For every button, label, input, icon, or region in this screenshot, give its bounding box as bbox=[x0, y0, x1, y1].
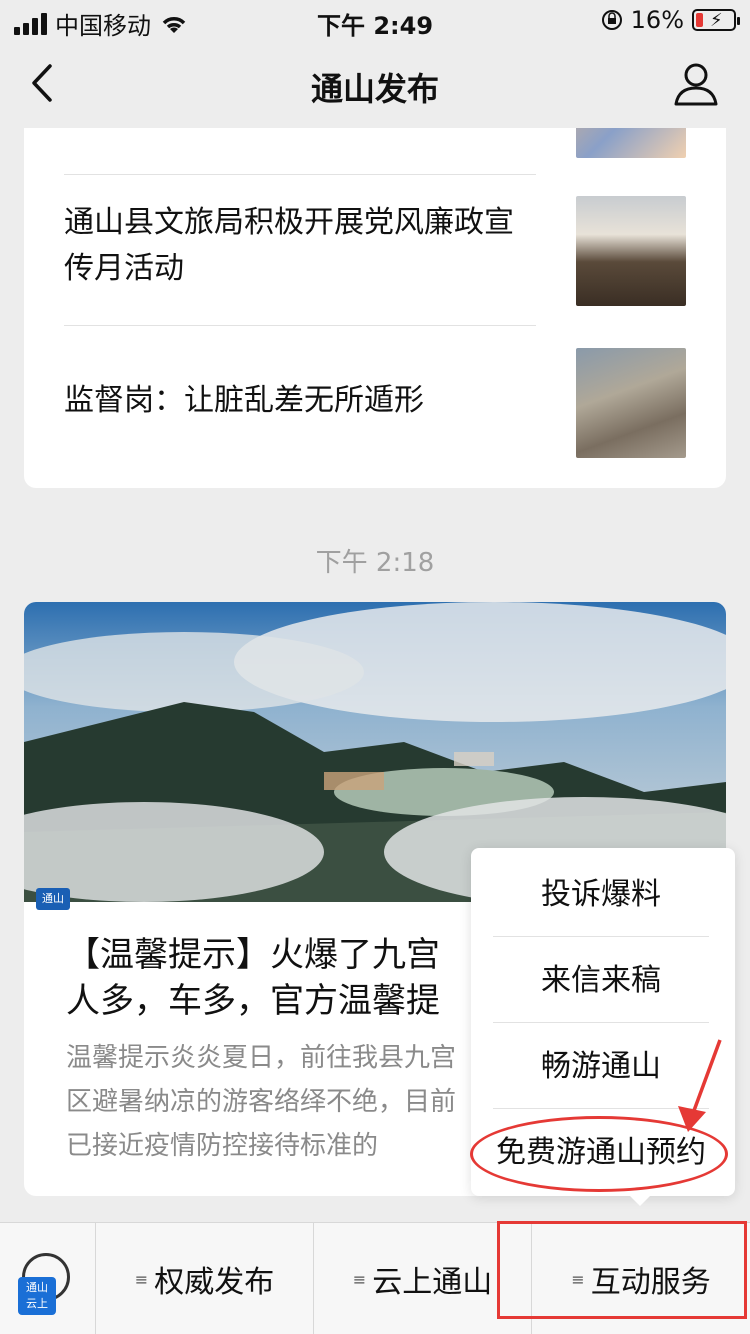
article-title: 通山县文旅局积极开展党风廉政宣传月活动 bbox=[64, 205, 514, 286]
menu-lines-icon: ≡ bbox=[352, 1269, 367, 1289]
highlight-box bbox=[497, 1221, 747, 1319]
annotation-arrow-icon bbox=[678, 1039, 722, 1132]
battery-percent: 16% bbox=[630, 6, 684, 34]
page-title: 通山发布 bbox=[310, 70, 439, 108]
menu-item-complaint[interactable]: 投诉爆料 bbox=[493, 852, 709, 938]
article-thumbnail bbox=[576, 128, 686, 158]
article-thumbnail bbox=[576, 196, 686, 306]
message-timestamp: 下午 2:18 bbox=[315, 548, 435, 578]
orientation-lock-icon bbox=[601, 10, 622, 30]
battery-icon: ⚡ bbox=[692, 9, 740, 31]
menu-lines-icon: ≡ bbox=[134, 1269, 149, 1289]
article-list-card: 通山县文旅局积极开展党风廉政宣传月活动 监督岗：让脏乱差无所遁形 bbox=[24, 128, 726, 488]
article-thumbnail bbox=[576, 348, 686, 458]
divider bbox=[493, 1022, 709, 1023]
menu-button-label: 云上通山 bbox=[372, 1265, 493, 1300]
menu-button-label: 权威发布 bbox=[154, 1265, 275, 1300]
divider bbox=[64, 174, 536, 175]
keyboard-switch-button[interactable]: 通山 云上 bbox=[0, 1223, 96, 1334]
status-bar: 中国移动 下午 2:49 16% ⚡ bbox=[0, 0, 750, 40]
nav-bar: 通山发布 bbox=[0, 40, 750, 128]
divider bbox=[493, 936, 709, 937]
profile-icon[interactable] bbox=[672, 60, 720, 108]
watermark-logo: 通山 bbox=[36, 888, 70, 910]
article-title: 监督岗：让脏乱差无所遁形 bbox=[64, 383, 424, 418]
divider bbox=[64, 325, 536, 326]
menu-item-submission[interactable]: 来信来稿 bbox=[493, 938, 709, 1024]
popup-pointer bbox=[628, 1194, 652, 1206]
menu-button-official[interactable]: ≡ 权威发布 bbox=[96, 1223, 314, 1334]
channel-logo: 通山 云上 bbox=[18, 1277, 56, 1315]
